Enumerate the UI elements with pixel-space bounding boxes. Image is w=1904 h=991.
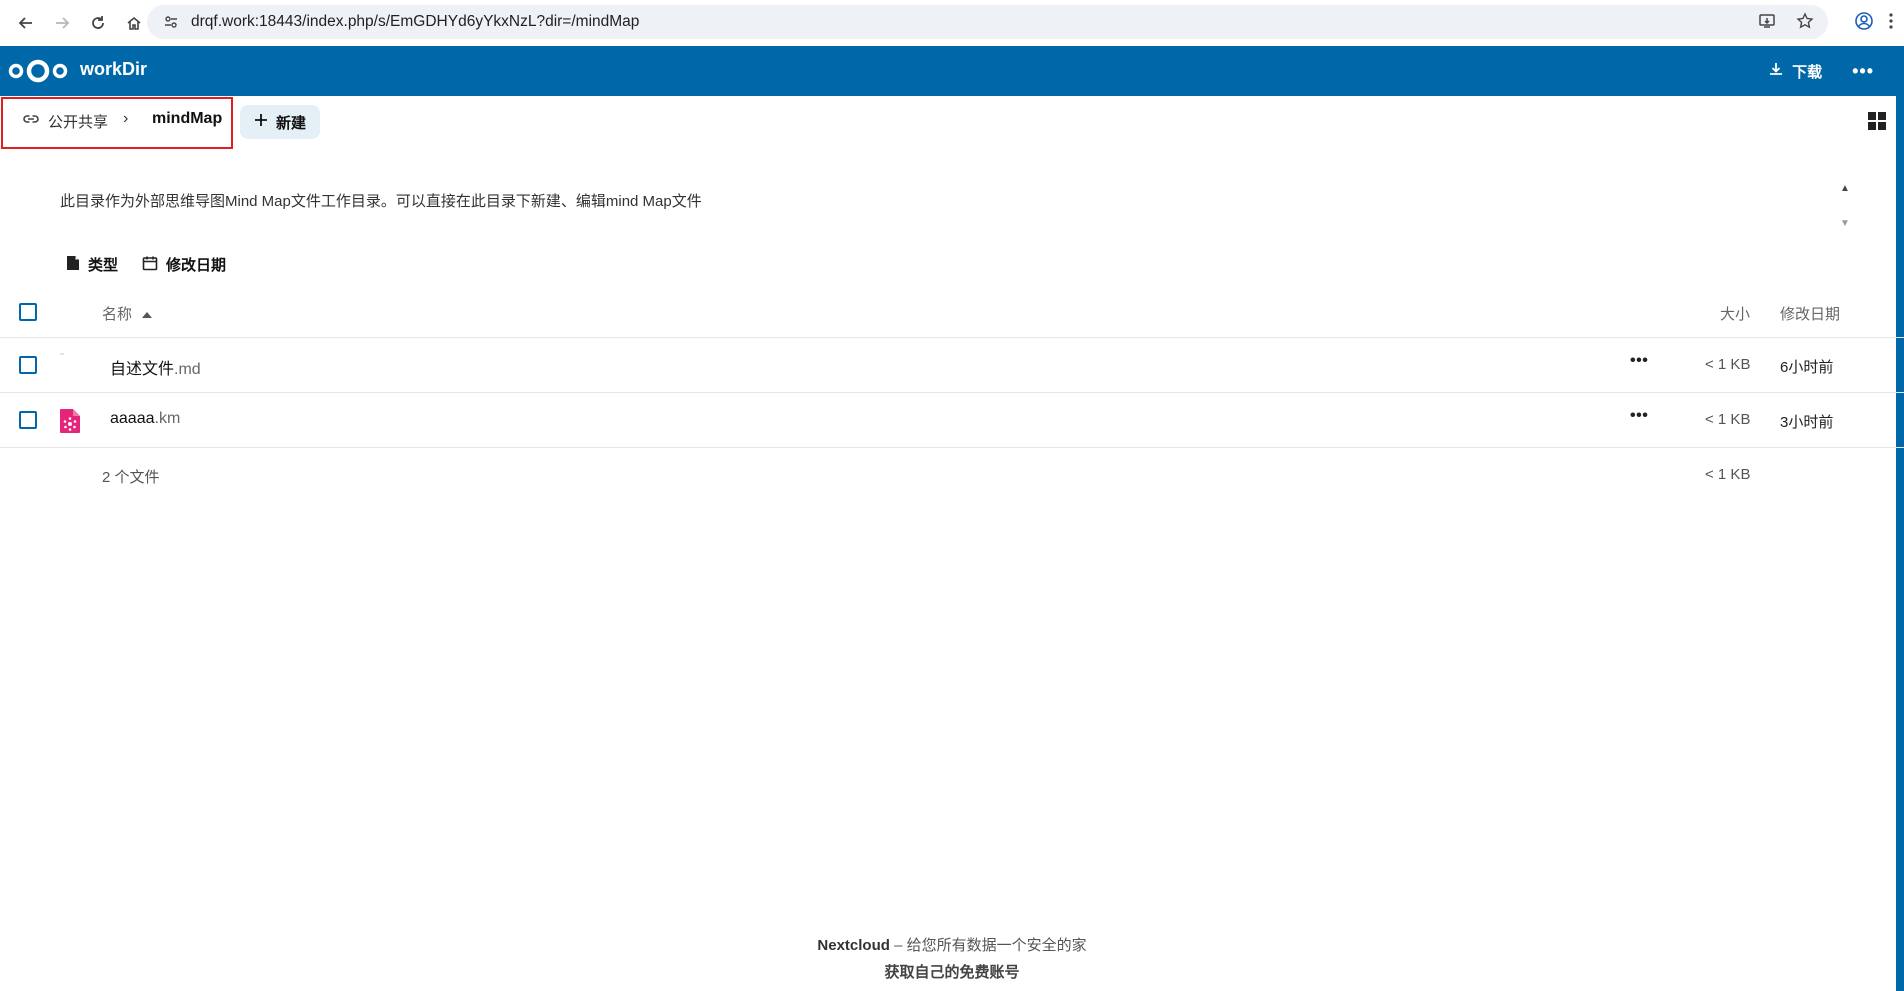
download-label: 下载 <box>1792 63 1823 81</box>
footer-brand[interactable]: Nextcloud <box>817 937 890 954</box>
table-summary: 2 个文件 < 1 KB <box>0 449 1904 501</box>
reload-icon[interactable] <box>80 5 116 41</box>
file-modified: 6小时前 <box>1780 359 1834 376</box>
file-size: < 1 KB <box>1705 411 1751 428</box>
folder-description: 此目录作为外部思维导图Mind Map文件工作目录。可以直接在此目录下新建、编辑… <box>60 193 702 210</box>
filter-date[interactable]: 修改日期 <box>142 254 226 275</box>
bookmark-star-icon[interactable] <box>1796 12 1814 35</box>
link-icon <box>22 110 40 132</box>
column-header-size[interactable]: 大小 <box>1720 303 1750 324</box>
app-name[interactable]: workDir <box>80 59 147 80</box>
forward-icon[interactable] <box>44 5 80 41</box>
app-header: workDir 下载 ••• <box>0 46 1904 96</box>
calendar-icon <box>142 255 158 275</box>
table-row[interactable]: aaaaa.km ••• < 1 KB 3小时前 <box>0 393 1904 448</box>
filter-date-label: 修改日期 <box>166 257 227 274</box>
install-app-icon[interactable] <box>1758 12 1776 35</box>
file-count: 2 个文件 <box>102 469 160 486</box>
breadcrumb-separator: › <box>123 110 129 127</box>
site-settings-icon[interactable] <box>161 12 181 32</box>
select-all-checkbox[interactable] <box>19 303 37 321</box>
nextcloud-logo-icon[interactable] <box>7 58 69 84</box>
filter-type-label: 类型 <box>88 257 119 274</box>
row-actions-button[interactable]: ••• <box>1630 407 1648 425</box>
column-header-name[interactable]: 名称 <box>102 303 153 324</box>
row-checkbox[interactable] <box>19 411 37 429</box>
plus-icon <box>254 113 268 131</box>
scroll-down-icon[interactable]: ▼ <box>1840 218 1850 229</box>
row-checkbox[interactable] <box>19 356 37 374</box>
header-more-button[interactable]: ••• <box>1852 61 1874 82</box>
sort-ascending-icon <box>142 305 153 322</box>
file-basename: 自述文件 <box>110 361 175 378</box>
browser-menu-icon[interactable] <box>1888 12 1894 35</box>
file-size: < 1 KB <box>1705 356 1751 373</box>
table-row[interactable]: 自述文件.md ••• < 1 KB 6小时前 <box>0 338 1904 393</box>
address-bar[interactable]: drqf.work:18443/index.php/s/EmGDHYd6yYkx… <box>147 5 1828 39</box>
table-header: 名称 大小 修改日期 <box>0 288 1904 338</box>
url-text: drqf.work:18443/index.php/s/EmGDHYd6yYkx… <box>191 13 640 30</box>
download-icon <box>1768 61 1784 81</box>
column-name-label: 名称 <box>102 306 133 323</box>
file-name[interactable]: aaaaa.km <box>110 410 180 428</box>
file-extension: .md <box>174 361 201 378</box>
file-icon <box>66 255 80 275</box>
new-button-label: 新建 <box>275 114 306 132</box>
file-extension: .km <box>154 410 181 427</box>
page-scrollbar[interactable] <box>1896 46 1904 991</box>
scroll-up-icon[interactable]: ▲ <box>1840 183 1850 194</box>
browser-toolbar: drqf.work:18443/index.php/s/EmGDHYd6yYkx… <box>0 0 1904 46</box>
new-button[interactable]: 新建 <box>240 105 320 139</box>
file-name[interactable]: 自述文件.md <box>110 355 201 379</box>
filter-bar: 类型 修改日期 <box>66 254 226 275</box>
profile-icon[interactable] <box>1854 11 1874 36</box>
breadcrumb-current[interactable]: mindMap <box>152 110 222 128</box>
signup-link[interactable]: 获取自己的免费账号 <box>0 961 1904 982</box>
file-modified: 3小时前 <box>1780 414 1834 431</box>
mindmap-file-icon <box>58 408 82 434</box>
markdown-file-icon <box>58 353 82 379</box>
filter-type[interactable]: 类型 <box>66 254 118 275</box>
column-header-modified[interactable]: 修改日期 <box>1780 303 1840 324</box>
total-size: < 1 KB <box>1705 466 1751 483</box>
footer-tagline: Nextcloud – 给您所有数据一个安全的家 <box>0 934 1904 955</box>
download-button[interactable]: 下载 <box>1768 61 1822 82</box>
breadcrumb-root-label: 公开共享 <box>48 113 109 131</box>
breadcrumb-root[interactable]: 公开共享 <box>22 110 108 132</box>
file-basename: aaaaa <box>110 410 155 427</box>
footer-tagline-text: – 给您所有数据一个安全的家 <box>889 937 1087 954</box>
row-actions-button[interactable]: ••• <box>1630 352 1648 370</box>
grid-view-toggle-icon[interactable] <box>1868 112 1886 130</box>
back-icon[interactable] <box>8 5 44 41</box>
